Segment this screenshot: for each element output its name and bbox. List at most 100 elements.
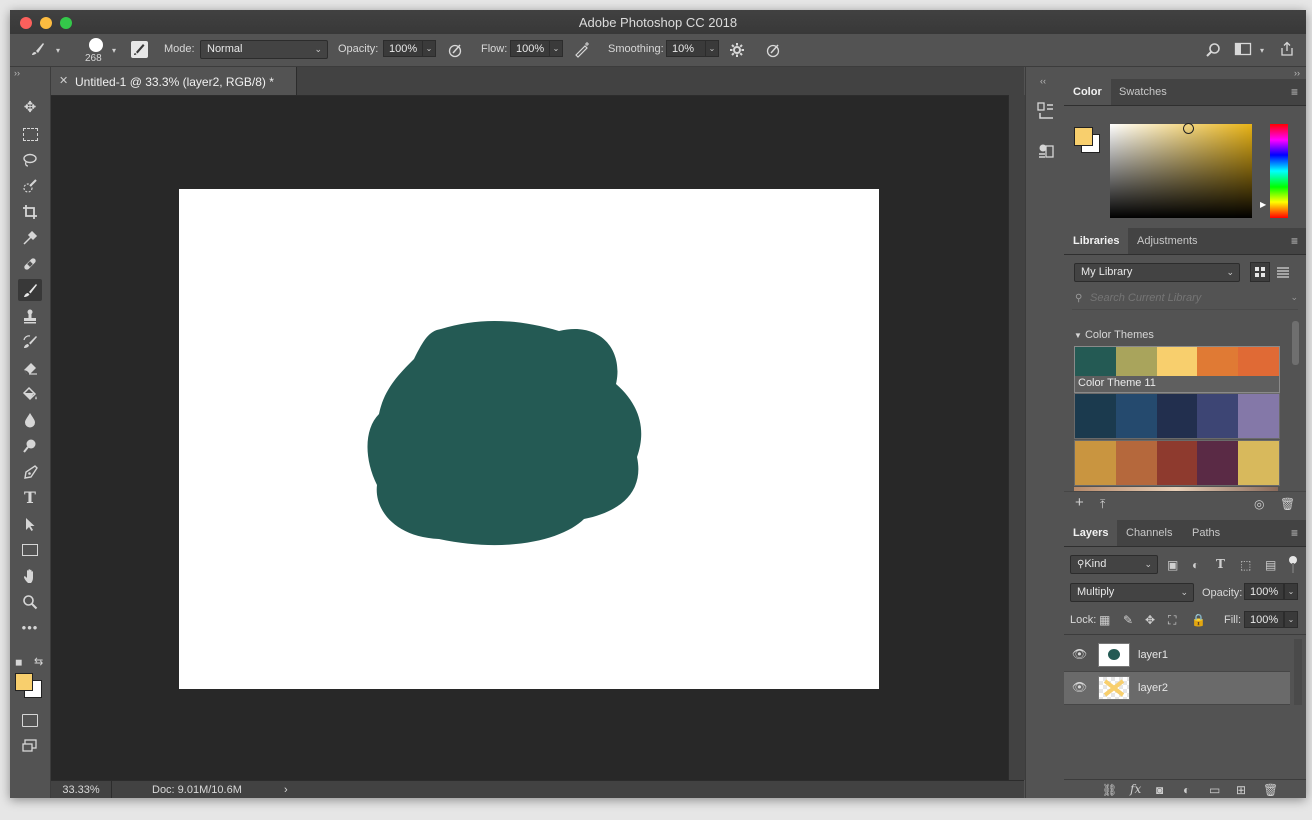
brush-picker-chevron-icon[interactable]: ▾ [112, 46, 116, 55]
library-search-input[interactable] [1088, 291, 1282, 305]
link-layers-icon[interactable]: ⛓ [1102, 783, 1117, 797]
brush-tool-icon[interactable] [18, 279, 42, 301]
zoom-tool-icon[interactable] [18, 591, 42, 613]
fill-dropdown-button[interactable]: ⌄ [1284, 611, 1298, 628]
tab-color[interactable]: Color [1064, 79, 1111, 105]
tab-libraries[interactable]: Libraries [1064, 228, 1129, 254]
layers-panel-menu-icon[interactable]: ≡ [1291, 526, 1298, 540]
close-tab-icon[interactable]: ✕ [59, 74, 68, 87]
filter-smart-object-icon[interactable]: ▤ [1265, 558, 1276, 572]
canvas[interactable] [179, 189, 879, 689]
library-select[interactable]: My Library ⌄ [1074, 263, 1240, 282]
flow-input[interactable]: 100% [510, 40, 550, 57]
pressure-opacity-icon[interactable] [445, 42, 465, 60]
creative-cloud-icon[interactable]: ◎ [1254, 497, 1264, 511]
crop-tool-icon[interactable] [18, 201, 42, 223]
libraries-panel-menu-icon[interactable]: ≡ [1291, 234, 1298, 248]
eyedropper-tool-icon[interactable] [18, 227, 42, 249]
layers-scrollbar[interactable] [1294, 639, 1302, 705]
search-icon[interactable] [1203, 42, 1223, 60]
tool-preset-chevron-icon[interactable]: ▾ [56, 46, 60, 55]
lock-position-icon[interactable]: ✥ [1145, 613, 1155, 627]
lock-transparent-pixels-icon[interactable]: ▦ [1099, 613, 1110, 627]
flow-dropdown-button[interactable]: ⌄ [549, 40, 563, 57]
smoothing-input[interactable]: 10% [666, 40, 706, 57]
vertical-scrollbar[interactable] [1008, 95, 1025, 780]
grid-view-button[interactable] [1250, 262, 1270, 282]
mode-select[interactable]: Normal ⌄ [200, 40, 328, 59]
foreground-color-swatch[interactable] [15, 673, 33, 691]
workspace-chevron-icon[interactable]: ▾ [1260, 46, 1264, 55]
more-tools-icon[interactable]: ••• [18, 617, 42, 639]
visibility-eye-icon[interactable]: 👁 [1072, 647, 1087, 661]
history-brush-tool-icon[interactable] [18, 331, 42, 353]
list-view-button[interactable] [1274, 263, 1292, 281]
default-colors-icon[interactable]: ◼ [15, 657, 22, 668]
tab-adjustments[interactable]: Adjustments [1128, 228, 1207, 254]
hand-tool-icon[interactable] [18, 565, 42, 587]
quick-selection-tool-icon[interactable] [18, 175, 42, 197]
lock-artboard-icon[interactable]: ⛶ [1168, 613, 1176, 627]
upload-icon[interactable]: ⤒ [1100, 497, 1105, 511]
rectangular-marquee-tool-icon[interactable] [18, 123, 42, 145]
smoothing-dropdown-button[interactable]: ⌄ [705, 40, 719, 57]
filter-shape-icon[interactable]: ⬚ [1240, 558, 1251, 572]
collapse-dock-icon[interactable]: ›› [1294, 68, 1300, 78]
layer-row[interactable]: 👁 layer1 [1064, 639, 1290, 672]
blend-mode-select[interactable]: Multiply ⌄ [1070, 583, 1194, 602]
opacity-dropdown-button[interactable]: ⌄ [422, 40, 436, 57]
lasso-tool-icon[interactable] [18, 149, 42, 171]
brush-tool-preset-icon[interactable] [28, 41, 48, 59]
document-size[interactable]: Doc: 9.01M/10.6M [152, 781, 242, 798]
color-themes-section[interactable]: ▼ Color Themes [1074, 329, 1154, 341]
filter-adjustment-icon[interactable]: ◐ [1192, 558, 1199, 572]
collapse-panels-icon[interactable]: ‹‹ [1040, 76, 1046, 86]
brush-preview-icon[interactable] [89, 38, 103, 52]
add-mask-icon[interactable]: ◙ [1156, 783, 1163, 797]
airbrush-icon[interactable] [572, 42, 592, 60]
layer-opacity-input[interactable]: 100% [1244, 583, 1284, 600]
layer-name[interactable]: layer1 [1138, 649, 1168, 661]
zoom-level[interactable]: 33.33% [51, 781, 112, 798]
status-menu-arrow[interactable]: › [284, 781, 288, 798]
swap-colors-icon[interactable]: ⇆ [34, 655, 43, 668]
new-layer-icon[interactable]: ⊞ [1236, 783, 1246, 797]
brush-settings-icon[interactable] [131, 41, 148, 58]
tab-paths[interactable]: Paths [1183, 520, 1229, 546]
share-icon[interactable] [1277, 41, 1297, 59]
color-theme-item[interactable] [1074, 393, 1280, 439]
new-adjustment-layer-icon[interactable]: ◐ [1183, 783, 1190, 797]
blur-tool-icon[interactable] [18, 409, 42, 431]
layer-name[interactable]: layer2 [1138, 682, 1168, 694]
library-search-box[interactable]: ⚲ ⌄ [1072, 289, 1298, 310]
libraries-scrollbar[interactable] [1292, 321, 1299, 365]
color-panel-menu-icon[interactable]: ≡ [1291, 85, 1298, 99]
tab-channels[interactable]: Channels [1117, 520, 1181, 546]
color-theme-item[interactable] [1074, 440, 1280, 486]
filter-pixel-icon[interactable]: ▣ [1167, 558, 1178, 572]
add-content-icon[interactable]: + [1075, 495, 1084, 510]
document-tab[interactable]: ✕ Untitled-1 @ 33.3% (layer2, RGB/8) * [51, 67, 297, 95]
expand-tools-icon[interactable]: ›› [14, 68, 20, 78]
path-selection-tool-icon[interactable] [18, 513, 42, 535]
quick-mask-icon[interactable] [18, 709, 42, 731]
tab-swatches[interactable]: Swatches [1110, 79, 1176, 105]
tab-layers[interactable]: Layers [1064, 520, 1118, 546]
pen-tool-icon[interactable] [18, 461, 42, 483]
fill-input[interactable]: 100% [1244, 611, 1284, 628]
filter-type-icon[interactable]: T [1216, 557, 1225, 571]
layer-row[interactable]: 👁 layer2 [1064, 672, 1290, 705]
rectangle-tool-icon[interactable] [18, 539, 42, 561]
type-tool-icon[interactable]: T [18, 487, 42, 509]
lock-all-icon[interactable]: 🔒 [1191, 613, 1206, 627]
color-picker-field[interactable] [1110, 124, 1252, 218]
search-scope-chevron-icon[interactable]: ⌄ [1290, 292, 1298, 303]
eraser-tool-icon[interactable] [18, 357, 42, 379]
history-panel-icon[interactable] [1037, 102, 1055, 120]
delete-layer-trash-icon[interactable]: 🗑 [1263, 783, 1278, 797]
clone-stamp-tool-icon[interactable] [18, 305, 42, 327]
properties-panel-icon[interactable] [1037, 143, 1055, 161]
healing-brush-tool-icon[interactable] [18, 253, 42, 275]
screen-mode-icon[interactable] [18, 735, 42, 757]
move-tool-icon[interactable]: ✥ [18, 97, 42, 119]
